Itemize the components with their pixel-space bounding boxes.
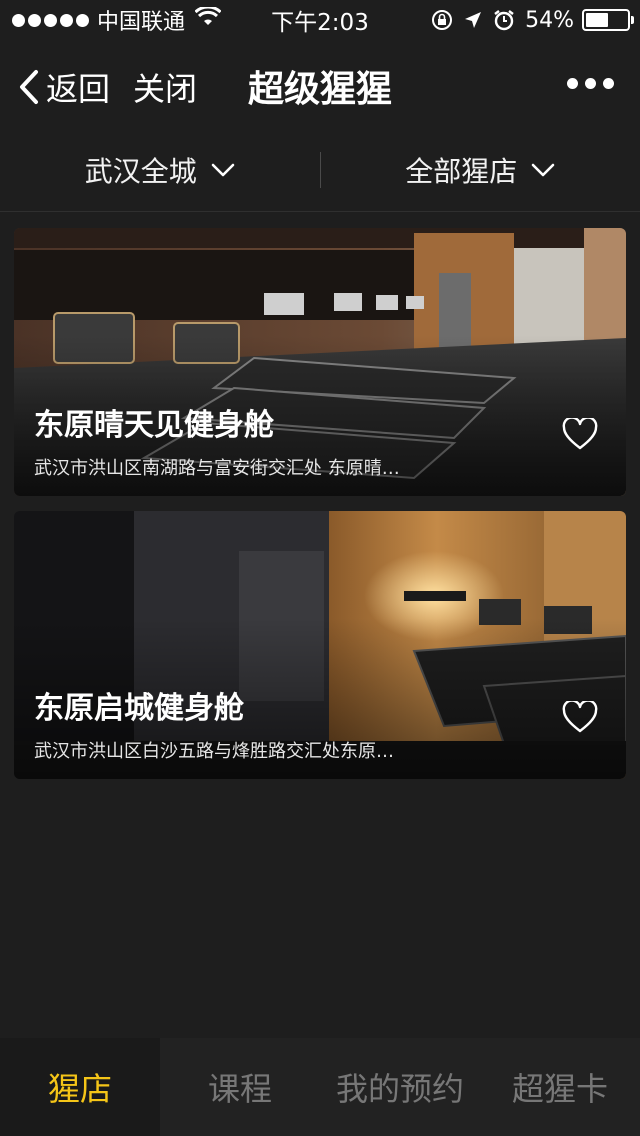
city-filter-label: 武汉全城 bbox=[84, 154, 197, 188]
store-address: 武汉市洪山区南湖路与富安街交汇处 东原晴… bbox=[34, 458, 400, 479]
store-filter-label: 全部猩店 bbox=[405, 154, 518, 188]
tab-my-bookings[interactable]: 我的预约 bbox=[320, 1038, 480, 1136]
tab-membership-card[interactable]: 超猩卡 bbox=[480, 1038, 640, 1136]
status-left: 中国联通 bbox=[12, 4, 222, 36]
store-name: 东原启城健身舱 bbox=[34, 691, 244, 726]
battery-icon bbox=[582, 9, 634, 31]
store-filter[interactable]: 全部猩店 bbox=[321, 150, 640, 190]
carrier-name: 中国联通 bbox=[97, 10, 186, 35]
heart-icon[interactable] bbox=[562, 701, 598, 733]
city-filter[interactable]: 武汉全城 bbox=[0, 150, 320, 190]
wifi-icon bbox=[194, 5, 222, 33]
tab-bar: 猩店 课程 我的预约 超猩卡 bbox=[0, 1038, 640, 1136]
tab-stores[interactable]: 猩店 bbox=[0, 1038, 160, 1136]
signal-strength-icon bbox=[12, 13, 89, 27]
status-bar: 中国联通 下午2:03 54% bbox=[0, 0, 640, 40]
store-address: 武汉市洪山区白沙五路与烽胜路交汇处东原… bbox=[34, 741, 394, 762]
filter-bar: 武汉全城 全部猩店 bbox=[0, 128, 640, 212]
battery-fill bbox=[586, 13, 608, 27]
store-card[interactable]: 东原启城健身舱 武汉市洪山区白沙五路与烽胜路交汇处东原… bbox=[14, 511, 626, 779]
heart-icon[interactable] bbox=[562, 418, 598, 450]
tab-courses[interactable]: 课程 bbox=[160, 1038, 320, 1136]
status-time: 下午2:03 bbox=[271, 10, 369, 36]
page-title: 超级猩猩 bbox=[247, 69, 392, 110]
chevron-down-icon bbox=[211, 163, 235, 176]
store-card[interactable]: 东原晴天见健身舱 武汉市洪山区南湖路与富安街交汇处 东原晴… bbox=[14, 228, 626, 496]
status-right: 54% bbox=[421, 7, 634, 33]
alarm-icon bbox=[493, 9, 515, 31]
more-menu-button[interactable] bbox=[567, 78, 614, 89]
nav-bar: 返回 关闭 超级猩猩 bbox=[0, 40, 640, 128]
location-arrow-icon bbox=[463, 10, 483, 30]
rotation-lock-icon bbox=[431, 9, 453, 31]
chevron-down-icon bbox=[531, 163, 555, 176]
battery-percent: 54% bbox=[525, 7, 574, 33]
store-name: 东原晴天见健身舱 bbox=[34, 408, 274, 443]
